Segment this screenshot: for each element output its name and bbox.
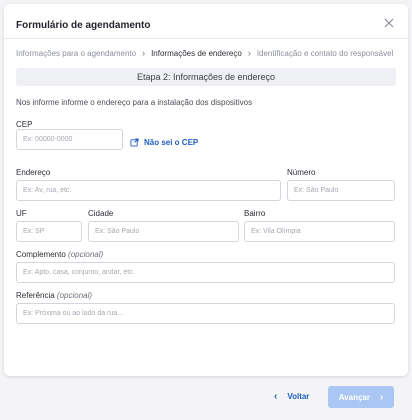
complemento-label: Complemento (opcional) (16, 250, 103, 259)
cidade-label: Cidade (88, 209, 114, 218)
breadcrumb-separator-icon: › (142, 48, 146, 58)
unknown-cep-link[interactable]: Não sei o CEP (130, 138, 198, 147)
numero-label: Número (287, 168, 316, 177)
complemento-input[interactable]: Ex: Apto, casa, conjunto, andar, etc. (16, 262, 395, 283)
breadcrumb-step-2: Informações de endereço (151, 48, 242, 58)
next-button[interactable]: Avançar › (328, 386, 394, 408)
endereco-input[interactable]: Ex: Av, rua, etc. (16, 180, 281, 201)
breadcrumb-step-3: Identificação e contato do responsável (256, 48, 394, 58)
complemento-label-text: Complemento (16, 250, 66, 259)
close-icon[interactable] (382, 16, 396, 30)
modal-title: Formulário de agendamento (16, 20, 151, 31)
chevron-left-icon: ‹ (274, 391, 278, 402)
header-divider (4, 38, 408, 39)
scheduling-modal: Formulário de agendamento Informações pa… (4, 4, 408, 376)
step-banner: Etapa 2: Informações de endereço (16, 68, 396, 86)
uf-input[interactable]: Ex: SP (16, 221, 82, 242)
unknown-cep-label: Não sei o CEP (144, 138, 199, 147)
cidade-input[interactable]: Ex: São Paulo (88, 221, 239, 242)
complemento-optional-tag: (opcional) (68, 250, 104, 259)
referencia-input[interactable]: Ex: Próxima ou ao lado da rua... (16, 303, 395, 324)
back-label: Voltar (287, 392, 310, 401)
uf-label: UF (16, 209, 27, 218)
breadcrumb: Informações para o agendamento › Informa… (16, 48, 393, 58)
numero-input[interactable]: Ex: São Paulo (287, 180, 395, 201)
cep-label: CEP (16, 120, 33, 129)
referencia-label-text: Referência (16, 291, 55, 300)
bairro-label: Bairro (244, 209, 266, 218)
bairro-input[interactable]: Ex: Vila Olímpia (244, 221, 395, 242)
next-label: Avançar (338, 392, 370, 402)
endereco-label: Endereço (16, 168, 51, 177)
breadcrumb-separator-icon: › (247, 48, 251, 58)
chevron-right-icon: › (379, 391, 384, 403)
back-button[interactable]: ‹ Voltar (274, 391, 309, 402)
intro-text: Nos informe informe o endereço para a in… (16, 98, 253, 107)
cep-input[interactable]: Ex: 00000-0000 (16, 129, 123, 150)
breadcrumb-step-1[interactable]: Informações para o agendamento (16, 49, 136, 58)
referencia-optional-tag: (opcional) (56, 291, 93, 300)
external-link-icon (130, 138, 139, 147)
referencia-label: Referência (opcional) (16, 291, 92, 300)
